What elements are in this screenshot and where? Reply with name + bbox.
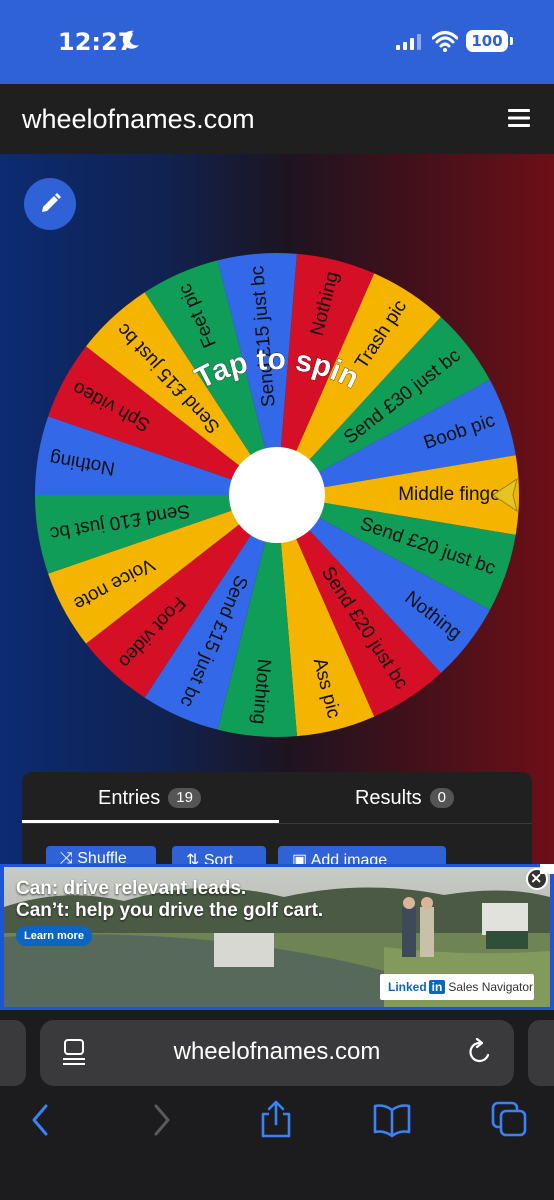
ad-brand-logo: Linked in Sales Navigator <box>380 974 534 1000</box>
signal-icon <box>396 34 421 50</box>
ad-choices-icon[interactable] <box>540 864 554 874</box>
pencil-icon <box>42 193 61 212</box>
address-bar-url: wheelofnames.com <box>173 1038 381 1065</box>
results-count-badge: 0 <box>429 788 455 808</box>
entries-panel: Entries 19 Results 0 ⤨ Shuffle ⇅ Sort ▣ Ad… <box>22 772 532 876</box>
tab-entries-label: Entries <box>98 787 161 809</box>
site-header: wheelofnames.com <box>0 84 554 154</box>
ad-learn-more-button[interactable]: Learn more <box>16 926 92 946</box>
tabs-icon[interactable] <box>490 1100 530 1140</box>
ad-headline-1: Can: drive relevant leads. <box>16 878 247 899</box>
site-title[interactable]: wheelofnames.com <box>22 104 255 135</box>
entries-count-badge: 19 <box>168 788 201 808</box>
wifi-icon <box>432 31 458 52</box>
next-tab-peek[interactable] <box>528 1020 554 1086</box>
tab-results-label: Results <box>354 787 422 809</box>
share-icon[interactable] <box>256 1100 296 1140</box>
back-icon[interactable] <box>22 1100 62 1140</box>
tab-entries[interactable]: Entries 19 <box>22 772 277 824</box>
forward-icon[interactable] <box>140 1100 180 1140</box>
panel-divider <box>22 823 532 824</box>
wheel-segment-label: Middle finger <box>398 484 507 505</box>
previous-tab-peek[interactable] <box>0 1020 26 1086</box>
reload-icon[interactable] <box>466 1038 494 1066</box>
tab-results[interactable]: Results 0 <box>277 772 532 824</box>
moon-icon <box>122 30 139 49</box>
ad-headline-2: Can’t: help you drive the golf cart. <box>16 900 324 921</box>
edit-button[interactable] <box>24 178 76 230</box>
wheel-hub[interactable] <box>229 447 325 543</box>
bookmarks-icon[interactable] <box>372 1100 412 1140</box>
status-bar: 12:27 100 <box>0 0 554 84</box>
page-menu-icon[interactable] <box>62 1038 86 1066</box>
spin-wheel[interactable]: Middle fingerSend £20 just bcNothingSend… <box>32 250 522 740</box>
hamburger-menu-icon[interactable] <box>508 108 530 128</box>
battery-indicator: 100 <box>466 30 513 52</box>
ad-banner[interactable]: Can: drive relevant leads. Can’t: help y… <box>0 864 554 1010</box>
address-bar[interactable]: wheelofnames.com <box>40 1020 514 1086</box>
